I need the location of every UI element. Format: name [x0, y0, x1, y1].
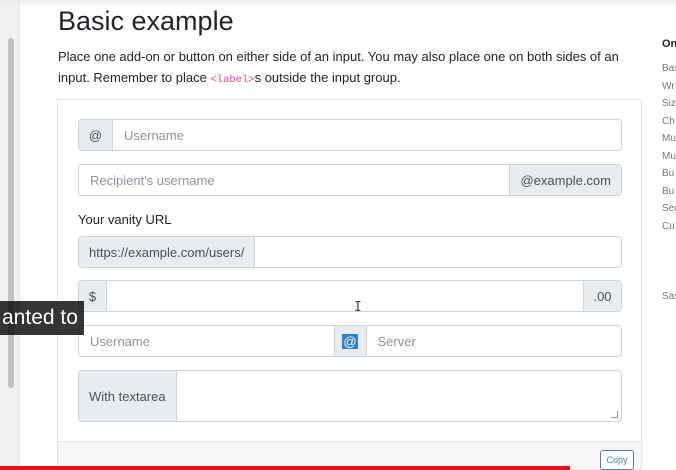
- cents-addon: .00: [583, 281, 621, 311]
- textarea-input[interactable]: [177, 371, 621, 421]
- toc-item[interactable]: Seg: [662, 200, 676, 218]
- input-group-recipient: Recipient's username @example.com: [78, 164, 622, 196]
- input-group-username: @ Username: [78, 119, 622, 151]
- url-prefix-addon: https://example.com/users/: [79, 237, 256, 267]
- toc-item[interactable]: Mu: [662, 130, 676, 148]
- toc-item[interactable]: Ch: [662, 113, 676, 131]
- page-title: Basic example: [58, 6, 234, 36]
- toc-title: On: [662, 38, 676, 50]
- toc-subitem[interactable]: [662, 235, 676, 253]
- input-group-textarea: With textarea: [78, 370, 622, 422]
- toc-subitem[interactable]: [662, 270, 676, 288]
- toc-item[interactable]: Siz: [662, 95, 676, 113]
- resize-handle-icon[interactable]: [611, 411, 618, 418]
- server-field[interactable]: Server: [367, 326, 622, 356]
- recipient-input[interactable]: Recipient's username: [79, 165, 509, 195]
- textarea-addon: With textarea: [79, 371, 177, 421]
- description-text-end: s outside the input group.: [254, 70, 401, 85]
- label-code: <label>: [210, 74, 255, 86]
- scrollbar-thumb[interactable]: [8, 38, 14, 388]
- username-field[interactable]: Username: [79, 326, 334, 356]
- input-group-user-server: Username @ Server: [78, 325, 622, 357]
- toc-item[interactable]: Sas: [662, 288, 676, 306]
- scrollbar[interactable]: [0, 0, 20, 470]
- vanity-url-label: Your vanity URL: [78, 212, 172, 227]
- page: Basic example Place one add-on or button…: [0, 0, 676, 470]
- at-separator-addon: @: [333, 326, 367, 356]
- table-of-contents: On Bas Wr Siz Ch Mu Mu Bu Bu Seg Cu Sas: [662, 38, 676, 305]
- amount-input[interactable]: [107, 281, 583, 311]
- username-input[interactable]: Username: [113, 120, 621, 150]
- toc-item[interactable]: Wr: [662, 78, 676, 96]
- video-caption: anted to: [0, 301, 84, 335]
- at-addon: @: [79, 120, 113, 150]
- section-description: Place one add-on or button on either sid…: [58, 46, 648, 91]
- text-cursor-icon: I: [354, 300, 362, 315]
- video-progress-bar[interactable]: [0, 466, 570, 470]
- toc-item[interactable]: Mu: [662, 148, 676, 166]
- example-domain-addon: @example.com: [509, 165, 621, 195]
- vanity-url-input[interactable]: [255, 237, 621, 267]
- toc-item[interactable]: Bas: [662, 60, 676, 78]
- toc-item[interactable]: Bu: [662, 165, 676, 183]
- toc-subitem[interactable]: [662, 253, 676, 271]
- copy-button[interactable]: Copy: [600, 450, 634, 470]
- toc-item[interactable]: Cu: [662, 218, 676, 236]
- toc-item[interactable]: Bu: [662, 183, 676, 201]
- input-group-amount: $ .00: [78, 280, 622, 312]
- input-group-vanity-url: https://example.com/users/: [78, 236, 622, 268]
- selected-at-text: @: [342, 333, 358, 349]
